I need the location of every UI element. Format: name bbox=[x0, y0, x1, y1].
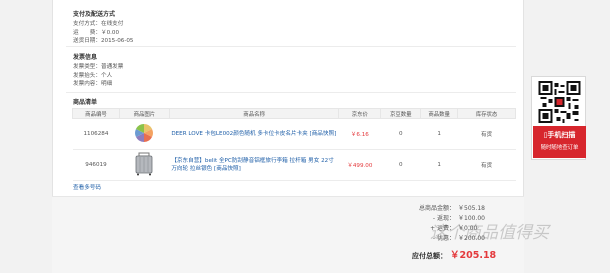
table-header-row: 商品编号 商品图片 商品名称 京东价 京豆数量 商品数量 库存状态 bbox=[72, 108, 516, 119]
invoice-content-line: 发票内容：明细 bbox=[73, 81, 113, 87]
view-more-link[interactable]: 查看多号码 bbox=[73, 183, 101, 191]
card-holder-image[interactable] bbox=[132, 121, 156, 145]
product-name-link[interactable]: 【京东自营】belit 全PC防刮静音铝框旅行李箱 拉杆箱 男女 22寸 万向轮… bbox=[169, 149, 339, 181]
payment-title: 支付及配送方式 bbox=[73, 11, 116, 18]
product-qty: 1 bbox=[420, 118, 458, 150]
product-image-cell bbox=[119, 118, 170, 150]
invoice-type-line: 发票类型：普通发票 bbox=[73, 64, 124, 70]
qr-code-icon bbox=[538, 81, 581, 123]
product-price: ￥499.00 bbox=[338, 149, 381, 181]
product-id: 1106284 bbox=[72, 118, 120, 150]
product-beans: 0 bbox=[380, 149, 421, 181]
table-row: 946019 【京东自营】belit 全PC防刮静音铝框旅行李箱 拉杆箱 男女 … bbox=[72, 149, 516, 181]
invoice-title: 发票信息 bbox=[73, 54, 98, 61]
divider bbox=[66, 46, 516, 47]
payment-section: 支付及配送方式 支付方式：在线支付 运 费：￥0.00 送货日期：2015-06… bbox=[73, 9, 515, 46]
site-watermark: 这个商品值得买 bbox=[430, 223, 549, 243]
delivery-date-line: 送货日期：2015-06-05 bbox=[73, 38, 134, 44]
product-name-link[interactable]: DEER LOVE 卡包LE002颜色随机 多卡位卡皮名片卡夹 [商品快照] bbox=[169, 118, 339, 150]
divider bbox=[66, 92, 516, 93]
col-header-name: 商品名称 bbox=[168, 108, 340, 119]
product-beans: 0 bbox=[380, 118, 421, 150]
scan-title: ▯手机扫描 bbox=[543, 131, 576, 139]
col-header-beans: 京豆数量 bbox=[380, 108, 422, 119]
col-header-id: 商品编号 bbox=[72, 108, 120, 119]
product-image-cell bbox=[119, 149, 170, 181]
mobile-scan-panel[interactable]: ▯手机扫描 随时随地查订单 bbox=[531, 76, 586, 160]
scan-subtitle: 随时随地查订单 bbox=[540, 145, 579, 151]
product-table: 商品编号 商品图片 商品名称 京东价 京豆数量 商品数量 库存状态 110628… bbox=[72, 108, 516, 181]
payment-method-line: 支付方式：在线支付 bbox=[73, 21, 124, 27]
product-list-title: 商品清单 bbox=[73, 99, 98, 106]
luggage-image[interactable] bbox=[132, 152, 156, 176]
col-header-price: 京东价 bbox=[338, 108, 382, 119]
invoice-header-line: 发票抬头：个人 bbox=[73, 72, 113, 79]
product-stock: 有货 bbox=[457, 118, 516, 150]
shipping-fee-line: 运 费：￥0.00 bbox=[73, 29, 120, 36]
product-price: ￥6.16 bbox=[338, 118, 381, 150]
table-row: 1106284 DEER LOVE 卡包LE002颜色随机 多卡位卡皮名片卡夹 … bbox=[72, 118, 516, 150]
col-header-qty: 商品数量 bbox=[420, 108, 459, 119]
summary-goods-total: 总商品金额： ￥505.18 bbox=[418, 205, 485, 212]
product-qty: 1 bbox=[420, 149, 458, 181]
col-header-image: 商品图片 bbox=[118, 108, 170, 119]
col-header-stock: 库存状态 bbox=[457, 108, 516, 119]
invoice-section: 发票信息 发票类型：普通发票 发票抬头：个人 发票内容：明细 bbox=[73, 52, 515, 89]
product-stock: 有货 bbox=[457, 149, 516, 181]
summary-payable-total: 应付总额： ￥205.18 bbox=[412, 250, 497, 261]
scan-banner[interactable]: ▯手机扫描 随时随地查订单 bbox=[533, 126, 586, 158]
product-id: 946019 bbox=[72, 149, 120, 181]
